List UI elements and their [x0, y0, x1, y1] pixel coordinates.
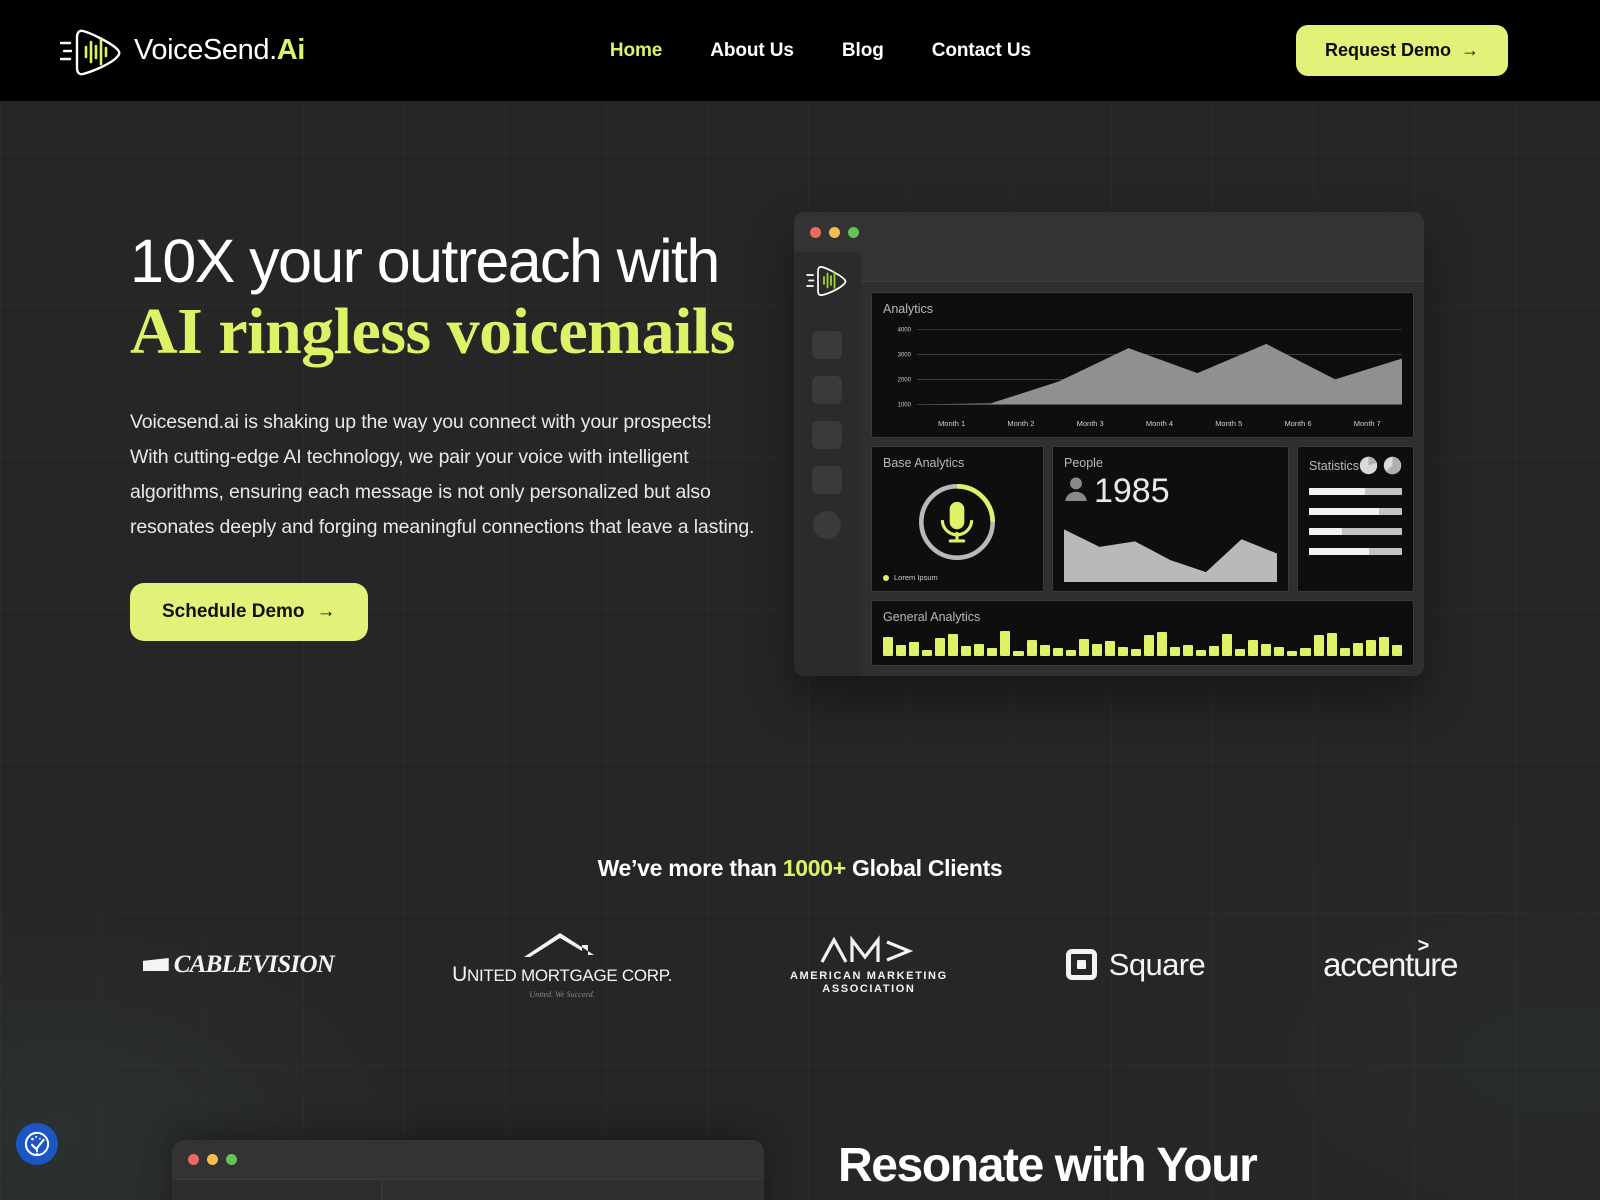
nav-item-blog[interactable]: Blog: [842, 40, 884, 62]
hero-section: 10X your outreach with AI ringless voice…: [0, 101, 1600, 641]
bottom-mockup-main: [382, 1180, 764, 1200]
client-logo-square: Square: [1065, 946, 1206, 983]
ama-line2: ASSOCIATION: [822, 982, 916, 995]
arrow-right-icon: →: [1460, 40, 1479, 60]
united-mortgage-label: UNITED MORTGAGE CORP.: [452, 963, 672, 986]
accessibility-widget-button[interactable]: [16, 1123, 58, 1165]
brand-accent: Ai: [276, 34, 306, 66]
brand-logo[interactable]: VoiceSend.Ai: [56, 23, 305, 79]
general-analytics-bar: [1078, 639, 1089, 656]
client-logo-accenture: > accenture: [1323, 935, 1458, 984]
hero-copy: 10X your outreach with AI ringless voice…: [130, 229, 790, 641]
accenture-label: accenture: [1323, 945, 1458, 983]
brand-name: VoiceSend.Ai: [134, 34, 306, 66]
ama-mark-icon: [819, 934, 919, 970]
schedule-demo-button[interactable]: Schedule Demo →: [130, 582, 368, 641]
general-analytics-bar: [1130, 648, 1141, 656]
clients-section: We’ve more than 1000+ Global Clients CAB…: [0, 855, 1600, 999]
bottom-section-heading: Resonate with Your: [838, 1139, 1258, 1192]
general-analytics-bar: [1026, 640, 1037, 656]
bottom-mockup-sidebar: [172, 1180, 382, 1200]
clients-title-prefix: We’ve more than: [597, 855, 783, 881]
general-analytics-bar: [1013, 650, 1024, 656]
general-analytics-bar: [1274, 646, 1285, 656]
general-analytics-bar: [1339, 648, 1350, 656]
client-logo-ama: AMERICAN MARKETING ASSOCIATION: [790, 934, 948, 995]
hero-headline-line1: 10X your outreach with: [130, 227, 720, 295]
clients-title: We’ve more than 1000+ Global Clients: [0, 855, 1600, 882]
accenture-caret-icon: >: [1417, 934, 1430, 957]
nav-item-home[interactable]: Home: [610, 40, 662, 62]
square-mark-icon: [1065, 949, 1097, 980]
general-analytics-bar: [1117, 646, 1128, 656]
client-logos: CABLEVISION UNITED MORTGAGE CORP. United…: [0, 930, 1600, 999]
general-analytics-bar: [1287, 651, 1298, 656]
general-analytics-bar: [1039, 645, 1050, 656]
general-analytics-bar: [1261, 643, 1272, 656]
square-label: Square: [1108, 946, 1206, 982]
general-analytics-bar: [1235, 648, 1246, 656]
general-analytics-bar: [1196, 650, 1207, 656]
general-analytics-bar: [909, 641, 920, 656]
hero-headline-line2: AI ringless voicemails: [130, 295, 735, 369]
ama-line1: AMERICAN MARKETING: [790, 969, 948, 982]
bottom-dashboard-mockup: [172, 1140, 764, 1200]
general-analytics-bar: [1248, 640, 1259, 656]
general-analytics-bar: [896, 645, 907, 656]
nav-item-contact-us[interactable]: Contact Us: [932, 40, 1031, 62]
clients-title-suffix: Global Clients: [845, 855, 1003, 881]
request-demo-label: Request Demo: [1324, 40, 1451, 60]
general-analytics-bar: [1391, 645, 1402, 656]
general-analytics-bar: [922, 650, 933, 656]
cablevision-mark-icon: [142, 958, 169, 971]
hero-paragraph: Voicesend.ai is shaking up the way you c…: [130, 410, 755, 538]
accessibility-icon: [24, 1131, 50, 1157]
client-logo-cablevision: CABLEVISION: [142, 950, 335, 979]
schedule-demo-label: Schedule Demo: [162, 600, 305, 622]
general-analytics-bar: [1104, 641, 1115, 656]
request-demo-button[interactable]: Request Demo →: [1295, 25, 1508, 76]
general-analytics-bar: [1365, 639, 1376, 656]
main-navigation: Home About Us Blog Contact Us: [570, 40, 1031, 62]
bottom-mockup-body: [172, 1180, 764, 1200]
united-mortgage-tagline: United. We Succeed.: [529, 990, 595, 999]
landing-page: VoiceSend.Ai Home About Us Blog Contact …: [0, 0, 1600, 1200]
voicesend-play-waveform-logo-icon: [56, 23, 128, 79]
general-analytics-bar: [1209, 646, 1220, 656]
general-analytics-bar: [1065, 649, 1076, 656]
general-analytics-bar: [1300, 647, 1311, 656]
general-analytics-bar: [1052, 647, 1063, 656]
general-analytics-bar: [974, 643, 985, 656]
general-analytics-bar: [961, 645, 972, 656]
general-analytics-bar: [1183, 644, 1194, 656]
cablevision-label: CABLEVISION: [173, 950, 335, 978]
general-analytics-bar: [1170, 647, 1181, 656]
clients-count: 1000+: [782, 855, 846, 881]
client-logo-united-mortgage: UNITED MORTGAGE CORP. United. We Succeed…: [452, 930, 672, 999]
window-maximize-dot[interactable]: [226, 1154, 237, 1165]
arrow-right-icon: →: [316, 600, 336, 622]
nav-item-about-us[interactable]: About Us: [710, 40, 794, 62]
window-minimize-dot[interactable]: [207, 1154, 218, 1165]
site-header: VoiceSend.Ai Home About Us Blog Contact …: [0, 0, 1600, 101]
bottom-mockup-titlebar: [172, 1140, 764, 1180]
house-roof-icon: [516, 930, 608, 963]
window-close-dot[interactable]: [188, 1154, 199, 1165]
general-analytics-bar: [987, 648, 998, 656]
general-analytics-bar: [1091, 644, 1102, 656]
general-analytics-bar: [1352, 643, 1363, 656]
